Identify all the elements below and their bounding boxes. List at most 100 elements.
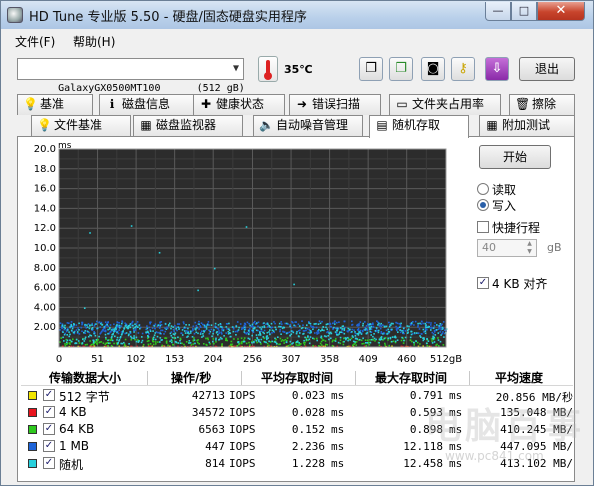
- spin-arrows-icon[interactable]: ▲ ▼: [523, 240, 536, 256]
- data-point: [437, 345, 440, 347]
- data-point: [422, 328, 425, 331]
- data-point: [140, 341, 143, 344]
- data-point: [100, 341, 103, 343]
- series-checkbox[interactable]: ✓: [43, 406, 55, 418]
- series-checkbox[interactable]: ✓: [43, 457, 55, 469]
- data-point: [167, 344, 169, 347]
- series-checkbox[interactable]: ✓: [43, 389, 55, 401]
- transfer-size-label: 64 KB: [59, 422, 95, 436]
- data-point: [69, 343, 71, 345]
- series-checkbox[interactable]: ✓: [43, 423, 55, 435]
- data-point: [439, 331, 442, 333]
- data-point: [321, 328, 323, 331]
- data-point: [369, 339, 371, 341]
- data-point: [74, 342, 76, 345]
- quick-stroke-checkbox[interactable]: [477, 221, 489, 233]
- data-point: [303, 343, 306, 346]
- align-4kb-checkbox[interactable]: ✓: [477, 277, 489, 289]
- data-point: [61, 327, 63, 330]
- start-button[interactable]: 开始: [479, 145, 551, 169]
- data-point: [315, 326, 318, 329]
- header-avg-speed[interactable]: 平均速度: [495, 369, 543, 386]
- data-point: [188, 324, 190, 326]
- data-point: [248, 330, 250, 332]
- data-point: [378, 342, 380, 344]
- tab-random-access[interactable]: ▤ 随机存取: [369, 115, 469, 138]
- data-point: [285, 332, 288, 335]
- series-checkbox[interactable]: ✓: [43, 440, 55, 452]
- header-avg-access[interactable]: 平均存取时间: [261, 369, 333, 386]
- data-point: [215, 339, 217, 341]
- x-tick-label: 204: [204, 354, 223, 365]
- data-point: [395, 328, 398, 330]
- data-point: [228, 322, 230, 325]
- data-point: [307, 331, 309, 334]
- data-point: [102, 342, 105, 344]
- data-point: [107, 325, 109, 327]
- data-point: [124, 332, 126, 335]
- data-point: [268, 331, 270, 333]
- data-point: [259, 326, 261, 329]
- data-point: [256, 322, 258, 324]
- avg-access-value: 0.028: [291, 406, 325, 419]
- data-point: [193, 332, 196, 335]
- data-point: [406, 325, 409, 327]
- data-point: [188, 342, 190, 344]
- data-point: [184, 332, 187, 334]
- data-point: [409, 339, 412, 341]
- data-point: [341, 328, 344, 330]
- data-point: [99, 326, 102, 328]
- app-window: HD Tune 专业版 5.50 - 硬盘/固态硬盘实用程序 — □ ✕ 文件(…: [0, 0, 594, 486]
- read-label[interactable]: 读取: [492, 181, 516, 198]
- align-4kb-label[interactable]: 4 KB 对齐: [492, 275, 547, 292]
- data-point: [181, 334, 184, 336]
- data-point: [399, 331, 402, 334]
- data-point: [121, 342, 124, 345]
- data-point: [420, 320, 423, 323]
- data-point: [129, 326, 132, 329]
- read-radio[interactable]: [477, 183, 489, 195]
- write-radio[interactable]: [477, 199, 489, 211]
- data-point: [307, 335, 309, 337]
- data-point: [259, 332, 262, 335]
- data-point: [81, 342, 84, 345]
- data-point: [304, 341, 306, 344]
- data-point: [64, 344, 67, 347]
- data-point: [116, 339, 118, 341]
- data-point: [78, 333, 81, 335]
- y-tick-label: 8.00: [34, 263, 56, 274]
- data-point: [240, 337, 243, 340]
- data-point: [205, 337, 207, 340]
- outlier-point: [158, 251, 161, 254]
- quick-stroke-label[interactable]: 快捷行程: [492, 219, 540, 236]
- data-point: [169, 340, 171, 343]
- data-point: [168, 324, 170, 326]
- data-point: [133, 335, 135, 337]
- header-transfer-size[interactable]: 传输数据大小: [49, 369, 121, 386]
- data-point: [431, 331, 434, 334]
- data-point: [320, 340, 323, 343]
- data-point: [306, 324, 308, 326]
- data-point: [258, 340, 260, 343]
- data-point: [146, 331, 148, 333]
- data-point: [172, 333, 175, 335]
- write-label[interactable]: 写入: [492, 197, 516, 214]
- data-point: [266, 335, 269, 337]
- column-divider: [241, 371, 242, 385]
- data-point: [343, 340, 345, 343]
- data-point: [260, 330, 263, 332]
- data-point: [157, 341, 159, 343]
- data-point: [232, 330, 235, 333]
- data-point: [280, 321, 282, 323]
- data-point: [221, 344, 223, 346]
- data-point: [223, 335, 225, 337]
- header-max-access[interactable]: 最大存取时间: [375, 369, 447, 386]
- data-point: [257, 321, 260, 324]
- data-point: [132, 327, 135, 330]
- data-point: [437, 337, 439, 339]
- header-ops-per-sec[interactable]: 操作/秒: [171, 369, 211, 386]
- data-point: [80, 326, 83, 329]
- data-point: [444, 329, 446, 331]
- data-point: [75, 342, 78, 345]
- data-point: [313, 338, 316, 340]
